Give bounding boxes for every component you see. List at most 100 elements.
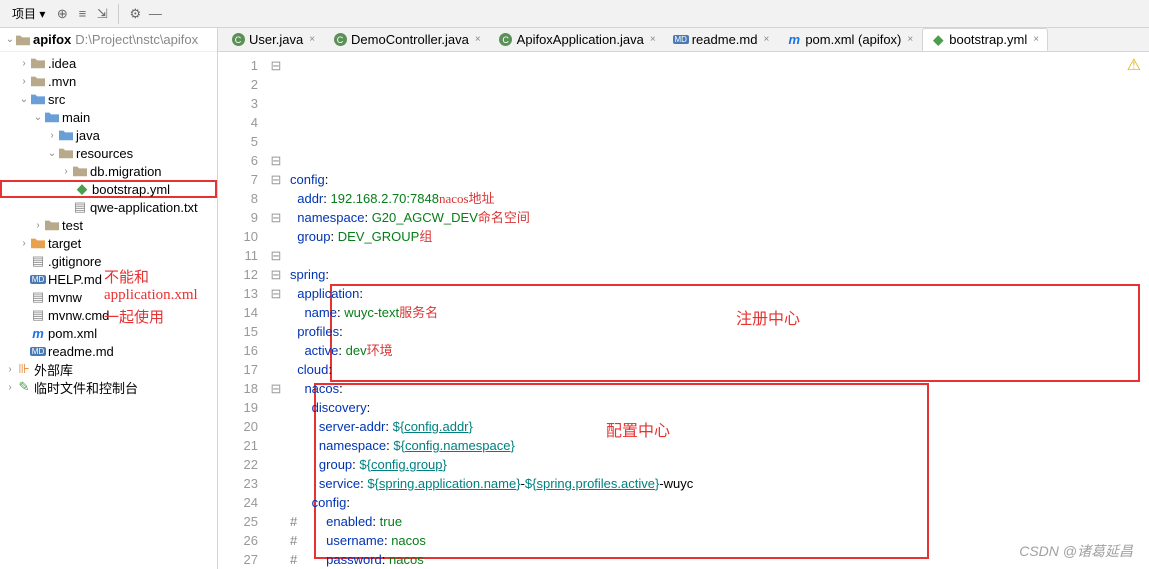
fold-toggle[interactable] [266,550,286,569]
code-line[interactable]: discovery: [290,398,1141,417]
fold-toggle[interactable]: ⊟ [266,246,286,265]
code-line[interactable]: profiles: [290,322,1141,341]
close-icon[interactable]: × [907,34,913,45]
code-line[interactable]: config: [290,493,1141,512]
editor-tab[interactable]: ◆bootstrap.yml× [922,28,1048,51]
tree-label: .mvn [48,74,76,89]
close-icon[interactable]: × [475,34,481,45]
expand-icon[interactable]: ⇲ [95,7,109,21]
tree-item[interactable]: ›test [0,216,217,234]
code-line[interactable]: cloud: [290,360,1141,379]
tree-item[interactable]: ›.idea [0,54,217,72]
chevron-down-icon[interactable]: ⌄ [4,34,16,45]
code-line[interactable]: server-addr: ${config.addr} [290,417,1141,436]
code-line[interactable]: application: [290,284,1141,303]
tree-arrow-icon[interactable]: › [4,364,16,375]
breadcrumb[interactable]: ⌄ apifox D:\Project\nstc\apifox [0,28,217,52]
tree-arrow-icon[interactable]: ⌄ [18,94,30,105]
editor-tab[interactable]: CUser.java× [222,28,324,51]
tree-arrow-icon[interactable]: › [32,220,44,231]
code-line[interactable]: group: DEV_GROUP组 [290,227,1141,246]
fold-toggle[interactable]: ⊟ [266,170,286,189]
code-line[interactable]: # enabled: true [290,512,1141,531]
tree-arrow-icon[interactable]: ⌄ [46,148,58,159]
tree-item[interactable]: ›java [0,126,217,144]
gear-icon[interactable]: ⚙ [128,7,142,21]
fold-toggle[interactable] [266,227,286,246]
fold-toggle[interactable] [266,94,286,113]
close-icon[interactable]: × [1033,34,1039,45]
tree-item[interactable]: ›db.migration [0,162,217,180]
code-line[interactable]: # username: nacos [290,531,1141,550]
tree-arrow-icon[interactable]: › [46,130,58,141]
fold-toggle[interactable] [266,417,286,436]
folder-icon [16,34,30,46]
fold-toggle[interactable] [266,303,286,322]
code-area[interactable]: 注册中心 配置中心 config: addr: 192.168.2.70:784… [286,52,1149,569]
tree-item[interactable]: MDreadme.md [0,342,217,360]
tree-item[interactable]: ◆bootstrap.yml [0,180,217,198]
tree-arrow-icon[interactable]: › [18,238,30,249]
editor-tab[interactable]: CApifoxApplication.java× [490,28,665,51]
fold-toggle[interactable] [266,189,286,208]
fold-toggle[interactable] [266,474,286,493]
code-line[interactable] [290,246,1141,265]
close-icon[interactable]: × [309,34,315,45]
project-dropdown[interactable]: 项目 ▾ [8,5,49,22]
fold-toggle[interactable]: ⊟ [266,284,286,303]
fold-toggle[interactable]: ⊟ [266,265,286,284]
fold-toggle[interactable]: ⊟ [266,56,286,75]
tree-item[interactable]: ▤qwe-application.txt [0,198,217,216]
code-line[interactable]: config: [290,170,1141,189]
close-icon[interactable]: × [650,34,656,45]
fold-toggle[interactable] [266,531,286,550]
fold-toggle[interactable]: ⊟ [266,151,286,170]
collapse-icon[interactable]: ≡ [75,7,89,21]
code-line[interactable]: namespace: G20_AGCW_DEV命名空间 [290,208,1141,227]
fold-toggle[interactable] [266,132,286,151]
code-line[interactable]: name: wuyc-text服务名 [290,303,1141,322]
editor-tab[interactable]: mpom.xml (apifox)× [778,28,922,51]
code-line[interactable]: addr: 192.168.2.70:7848nacos地址 [290,189,1141,208]
fold-toggle[interactable] [266,341,286,360]
fold-toggle[interactable] [266,436,286,455]
hide-icon[interactable]: — [148,7,162,21]
tree-root-item[interactable]: ›⊪外部库 [0,360,217,378]
tree-item[interactable]: ⌄resources [0,144,217,162]
fold-toggle[interactable] [266,322,286,341]
tree-item[interactable]: ⌄main [0,108,217,126]
fold-toggle[interactable] [266,493,286,512]
warning-icon[interactable]: ⚠ [1127,56,1141,75]
code-line[interactable]: spring: [290,265,1141,284]
code-line[interactable]: group: ${config.group} [290,455,1141,474]
fold-toggle[interactable]: ⊟ [266,379,286,398]
editor-tab[interactable]: MDreadme.md× [665,28,779,51]
code-line[interactable]: # password: nacos [290,550,1141,569]
fold-toggle[interactable] [266,360,286,379]
tree-root-item[interactable]: ›✎临时文件和控制台 [0,378,217,396]
tree-item[interactable]: ›target [0,234,217,252]
target-icon[interactable]: ⊕ [55,7,69,21]
tree-arrow-icon[interactable]: ⌄ [32,112,44,123]
fold-toggle[interactable] [266,75,286,94]
tree-arrow-icon[interactable]: › [18,58,30,69]
tree-arrow-icon[interactable]: › [60,166,72,177]
close-icon[interactable]: × [763,34,769,45]
tree-arrow-icon[interactable]: › [18,76,30,87]
tree-arrow-icon[interactable]: › [4,382,16,393]
code-editor[interactable]: 1234567891011121314151617181920212223242… [218,52,1149,569]
code-line[interactable]: nacos: [290,379,1141,398]
code-line[interactable]: namespace: ${config.namespace} [290,436,1141,455]
fold-toggle[interactable] [266,455,286,474]
fold-toggle[interactable] [266,512,286,531]
fold-toggle[interactable] [266,398,286,417]
editor-tab[interactable]: CDemoController.java× [324,28,490,51]
line-number: 14 [218,303,258,322]
fold-toggle[interactable] [266,113,286,132]
fold-column[interactable]: ⊟⊟⊟⊟⊟⊟⊟⊟ [266,52,286,569]
tree-item[interactable]: ⌄src [0,90,217,108]
fold-toggle[interactable]: ⊟ [266,208,286,227]
code-line[interactable]: service: ${spring.application.name}-${sp… [290,474,1141,493]
tree-item[interactable]: › .mvn [0,72,217,90]
code-line[interactable]: active: dev环境 [290,341,1141,360]
